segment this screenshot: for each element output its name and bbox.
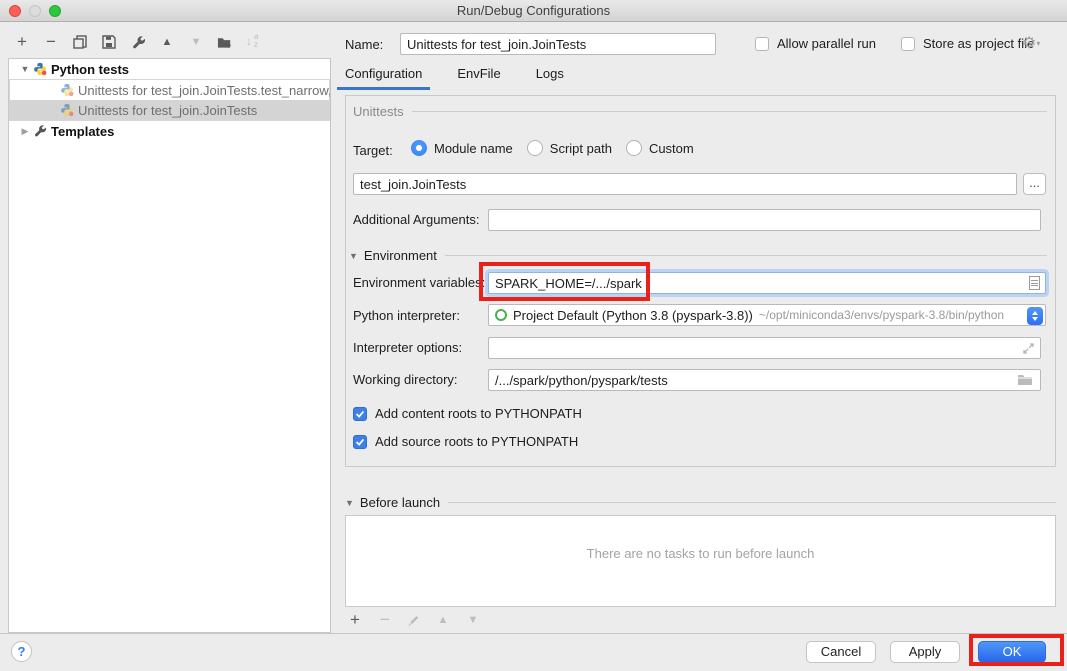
tree-node-label: Unittests for test_join.JoinTests xyxy=(78,103,257,118)
environment-variables-input[interactable]: SPARK_HOME=/.../spark xyxy=(488,272,1046,294)
radio-unselected-icon[interactable] xyxy=(626,140,642,156)
allow-parallel-run-checkbox[interactable]: Allow parallel run xyxy=(755,36,876,51)
footer-divider xyxy=(0,633,1067,634)
interpreter-path: ~/opt/miniconda3/envs/pyspark-3.8/bin/py… xyxy=(759,308,1004,322)
expanded-arrow-icon[interactable]: ▼ xyxy=(19,64,31,74)
additional-arguments-label: Additional Arguments: xyxy=(353,212,479,227)
add-source-roots-label: Add source roots to PYTHONPATH xyxy=(375,434,578,449)
browse-target-button[interactable]: ... xyxy=(1023,173,1046,195)
name-label: Name: xyxy=(345,37,383,52)
store-as-project-file-checkbox[interactable]: Store as project file xyxy=(901,36,1034,51)
checkbox-unchecked-icon[interactable] xyxy=(755,37,769,51)
environment-variables-label: Environment variables: xyxy=(353,275,485,290)
checkbox-unchecked-icon[interactable] xyxy=(901,37,915,51)
tree-node-jointests-selected[interactable]: Unittests for test_join.JoinTests xyxy=(10,100,329,120)
expand-field-icon[interactable] xyxy=(1022,342,1035,355)
section-divider xyxy=(448,502,1056,503)
radio-selected-icon[interactable] xyxy=(411,140,427,156)
unittests-section-label: Unittests xyxy=(353,104,404,119)
move-task-down-icon[interactable]: ▼ xyxy=(465,612,481,628)
titlebar: Run/Debug Configurations xyxy=(0,0,1067,22)
help-button[interactable]: ? xyxy=(11,641,32,662)
store-options-gear-icon[interactable]: ⚙▾ xyxy=(1022,33,1040,53)
tree-node-templates[interactable]: ▶ Templates xyxy=(9,121,330,141)
window-title: Run/Debug Configurations xyxy=(0,3,1067,18)
collapsed-arrow-icon[interactable]: ▶ xyxy=(19,126,31,137)
ok-button[interactable]: OK xyxy=(978,641,1046,663)
unittests-section-header: Unittests xyxy=(346,104,1055,119)
configurations-tree: ▼ Python tests Unittests for test_join.J… xyxy=(8,58,331,633)
working-directory-label: Working directory: xyxy=(353,372,458,387)
radio-unselected-icon[interactable] xyxy=(527,140,543,156)
before-launch-empty-text: There are no tasks to run before launch xyxy=(346,546,1055,561)
edit-env-vars-icon[interactable] xyxy=(1029,276,1040,290)
interpreter-options-input[interactable] xyxy=(488,337,1041,359)
radio-script-path[interactable]: Script path xyxy=(527,140,612,156)
sort-configurations-icon[interactable]: ↓ a z xyxy=(246,34,262,50)
expanded-arrow-icon[interactable]: ▼ xyxy=(349,251,358,261)
allow-parallel-run-label: Allow parallel run xyxy=(777,36,876,51)
apply-button[interactable]: Apply xyxy=(890,641,960,663)
tab-configuration[interactable]: Configuration xyxy=(345,66,422,90)
interpreter-options-label: Interpreter options: xyxy=(353,340,462,355)
configuration-panel: Unittests Target: Module name Script pat… xyxy=(345,95,1056,467)
before-launch-section-header[interactable]: ▼ Before launch xyxy=(345,495,1056,510)
move-up-icon[interactable]: ▲ xyxy=(159,34,175,50)
checkbox-checked-icon[interactable] xyxy=(353,435,367,449)
python-icon xyxy=(60,83,74,97)
move-task-up-icon[interactable]: ▲ xyxy=(435,612,451,628)
add-content-roots-label: Add content roots to PYTHONPATH xyxy=(375,406,582,421)
tree-node-label: Templates xyxy=(51,124,114,139)
tree-node-test-narrow[interactable]: Unittests for test_join.JoinTests.test_n… xyxy=(10,80,329,100)
wrench-icon xyxy=(33,124,47,138)
tree-node-label: Python tests xyxy=(51,62,129,77)
python-icon xyxy=(33,62,47,76)
tree-node-label: Unittests for test_join.JoinTests.test_n… xyxy=(78,83,331,98)
section-divider xyxy=(412,111,1047,112)
store-as-project-file-label: Store as project file xyxy=(923,36,1034,51)
target-label: Target: xyxy=(353,143,393,158)
additional-arguments-input[interactable] xyxy=(488,209,1041,231)
before-launch-task-list: There are no tasks to run before launch xyxy=(345,515,1056,607)
python-icon xyxy=(60,103,74,117)
radio-custom[interactable]: Custom xyxy=(626,140,694,156)
remove-configuration-icon[interactable]: − xyxy=(43,34,59,50)
section-divider xyxy=(445,255,1047,256)
tree-children-group: Unittests for test_join.JoinTests.test_n… xyxy=(9,79,330,121)
add-configuration-icon[interactable]: + xyxy=(14,34,30,50)
checkbox-checked-icon[interactable] xyxy=(353,407,367,421)
move-down-icon[interactable]: ▼ xyxy=(188,34,204,50)
add-source-roots-checkbox[interactable]: Add source roots to PYTHONPATH xyxy=(353,434,578,449)
remove-task-icon[interactable]: − xyxy=(377,612,393,628)
target-radio-group: Module name Script path Custom xyxy=(411,140,708,156)
edit-templates-wrench-icon[interactable] xyxy=(130,34,146,50)
new-folder-icon[interactable] xyxy=(217,34,233,50)
add-content-roots-checkbox[interactable]: Add content roots to PYTHONPATH xyxy=(353,406,582,421)
edit-task-pencil-icon[interactable] xyxy=(407,613,421,627)
tab-envfile[interactable]: EnvFile xyxy=(457,66,500,90)
environment-section-header[interactable]: ▼ Environment xyxy=(346,248,1055,263)
browse-folder-icon[interactable] xyxy=(1017,373,1033,386)
name-input[interactable]: Unittests for test_join.JoinTests xyxy=(400,33,716,55)
python-interpreter-label: Python interpreter: xyxy=(353,308,460,323)
before-launch-toolbar: + − ▲ ▼ xyxy=(347,612,481,628)
python-interpreter-select[interactable]: Project Default (Python 3.8 (pyspark-3.8… xyxy=(488,304,1046,326)
target-input[interactable]: test_join.JoinTests xyxy=(353,173,1017,195)
tree-node-python-tests[interactable]: ▼ Python tests xyxy=(9,59,330,79)
environment-section-label: Environment xyxy=(364,248,437,263)
working-directory-input[interactable]: /.../spark/python/pyspark/tests xyxy=(488,369,1041,391)
expanded-arrow-icon[interactable]: ▼ xyxy=(345,498,354,508)
dropdown-stepper-icon[interactable] xyxy=(1027,307,1043,325)
radio-module-name[interactable]: Module name xyxy=(411,140,513,156)
tab-logs[interactable]: Logs xyxy=(536,66,564,90)
save-configuration-icon[interactable] xyxy=(101,34,117,50)
copy-configuration-icon[interactable] xyxy=(72,34,88,50)
configurations-toolbar: + − ▲ ▼ ↓ a z xyxy=(14,32,262,52)
cancel-button[interactable]: Cancel xyxy=(806,641,876,663)
before-launch-label: Before launch xyxy=(360,495,440,510)
add-task-icon[interactable]: + xyxy=(347,612,363,628)
conda-env-icon xyxy=(495,309,507,321)
tab-bar: Configuration EnvFile Logs xyxy=(345,66,564,90)
run-debug-configurations-dialog: Run/Debug Configurations + − ▲ ▼ ↓ a z ▼… xyxy=(0,0,1067,671)
